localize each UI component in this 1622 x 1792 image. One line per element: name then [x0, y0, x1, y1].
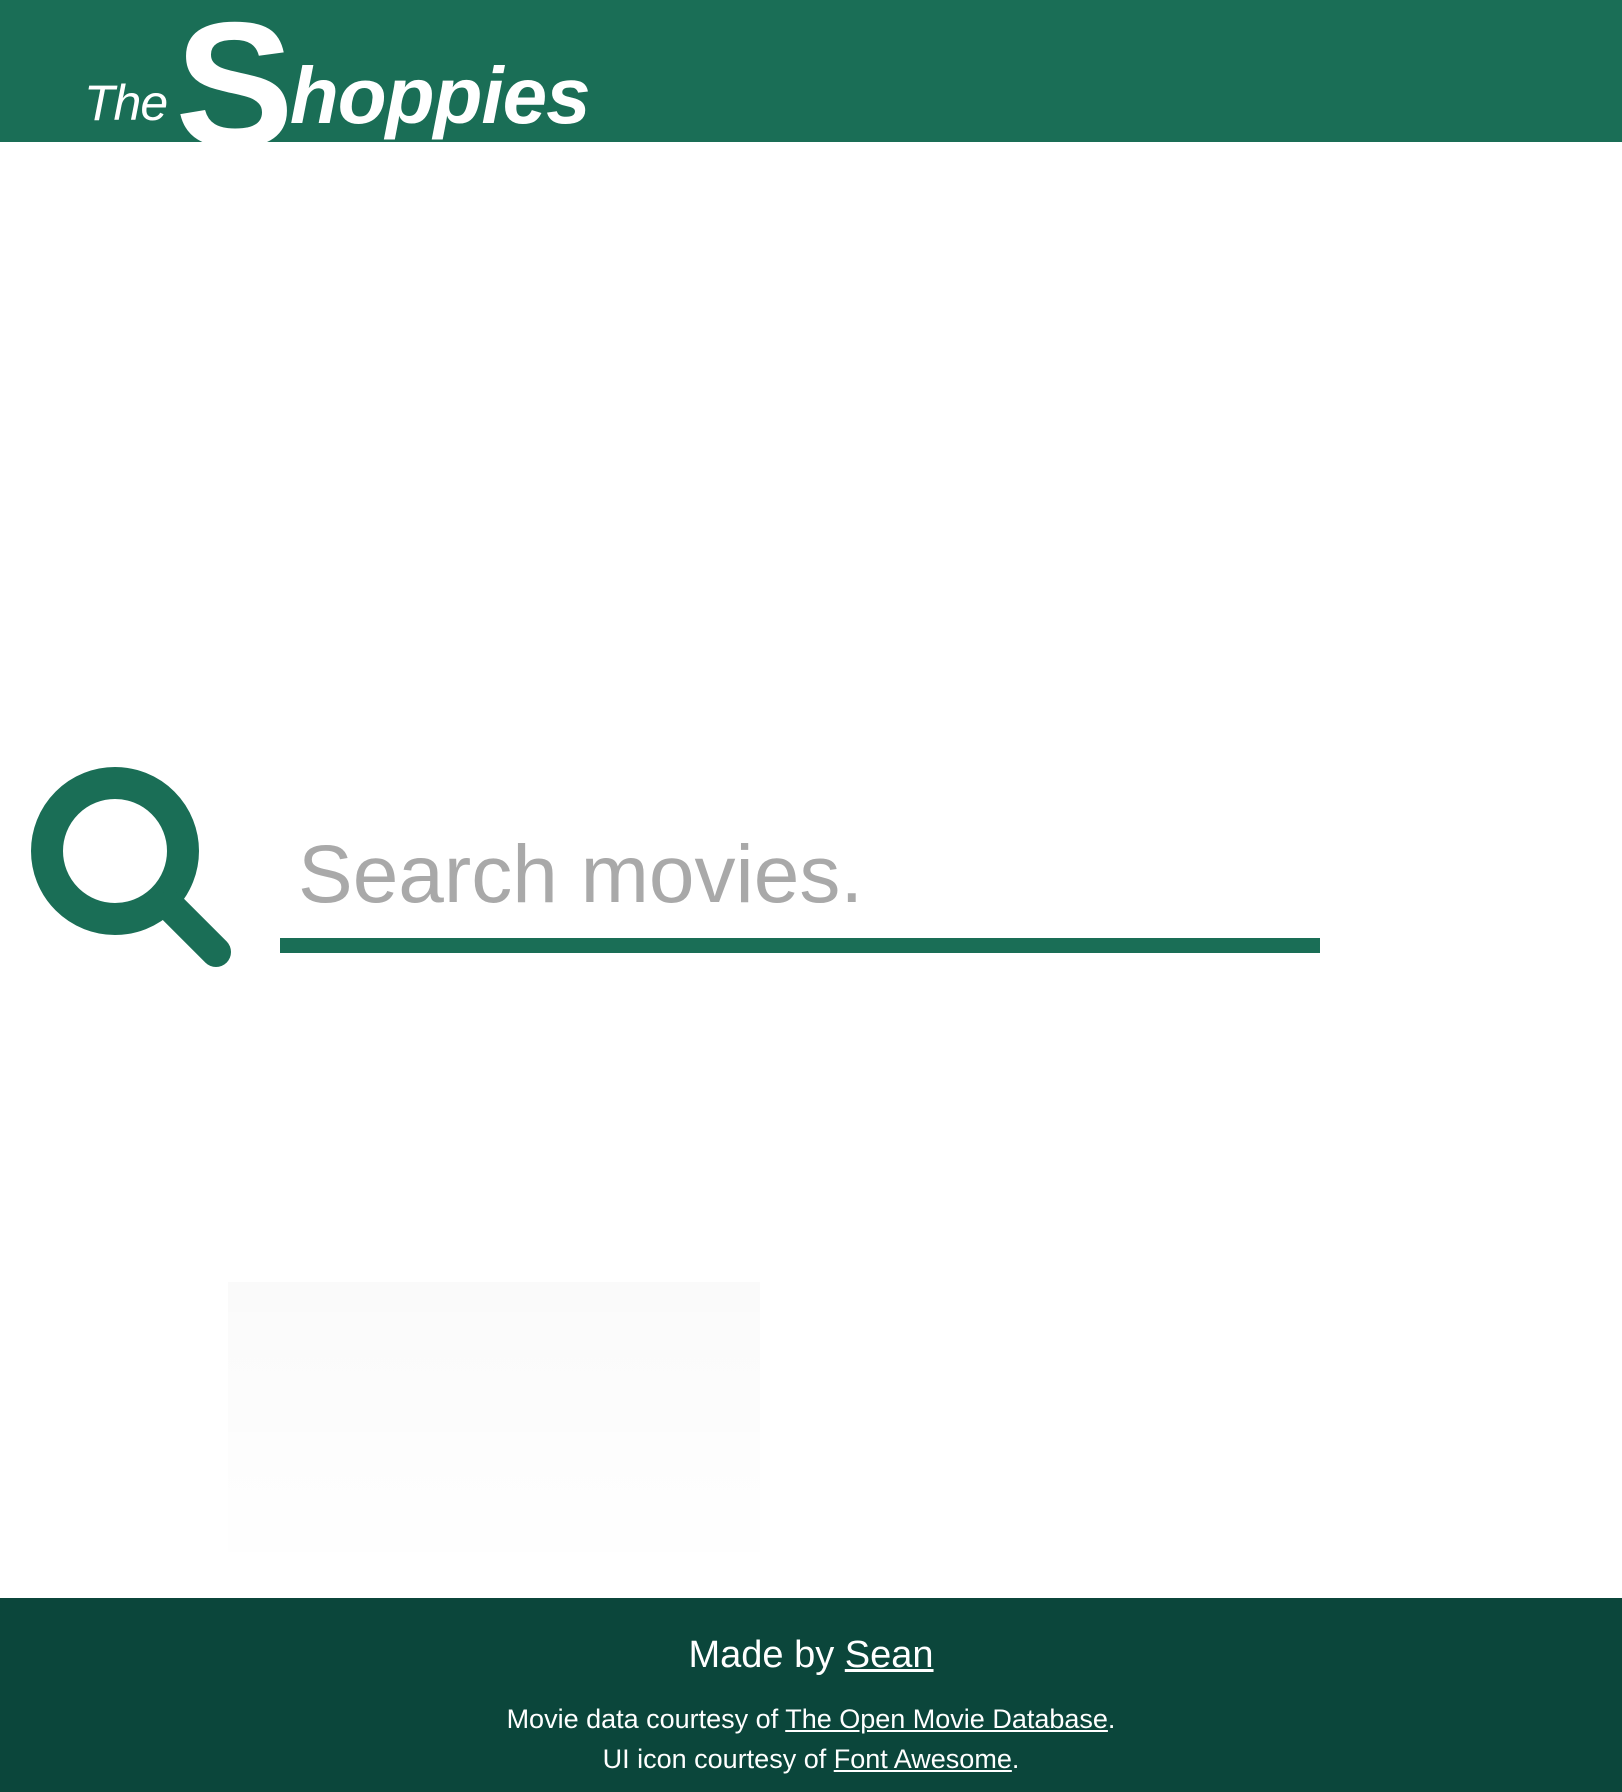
made-by-text: Made by [688, 1634, 845, 1676]
logo[interactable]: The S hoppies [84, 0, 591, 142]
credit1-suffix: . [1107, 1704, 1116, 1734]
search-icon[interactable] [30, 766, 240, 976]
page: The S hoppies Made by Sean Movie data co… [0, 0, 1622, 1792]
header-bar: The S hoppies [0, 0, 1622, 142]
credit2-text: UI icon courtesy of [602, 1744, 834, 1774]
author-link[interactable]: Sean [845, 1634, 934, 1676]
empty-results-area [228, 1282, 760, 1582]
icon-credit: UI icon courtesy of Font Awesome. [0, 1746, 1622, 1773]
made-by-line: Made by Sean [0, 1636, 1622, 1674]
search-underline [280, 938, 1320, 953]
search-field [280, 812, 1320, 953]
logo-s: S [175, 0, 294, 142]
logo-rest: hoppies [289, 51, 591, 140]
credit1-text: Movie data courtesy of [506, 1704, 786, 1734]
omdb-link[interactable]: The Open Movie Database [785, 1704, 1108, 1734]
logo-the: The [84, 75, 168, 131]
credit2-suffix: . [1011, 1744, 1020, 1774]
search-input[interactable] [280, 812, 1320, 938]
movie-data-credit: Movie data courtesy of The Open Movie Da… [0, 1706, 1622, 1733]
footer: Made by Sean Movie data courtesy of The … [0, 1598, 1622, 1792]
font-awesome-link[interactable]: Font Awesome [834, 1744, 1012, 1774]
